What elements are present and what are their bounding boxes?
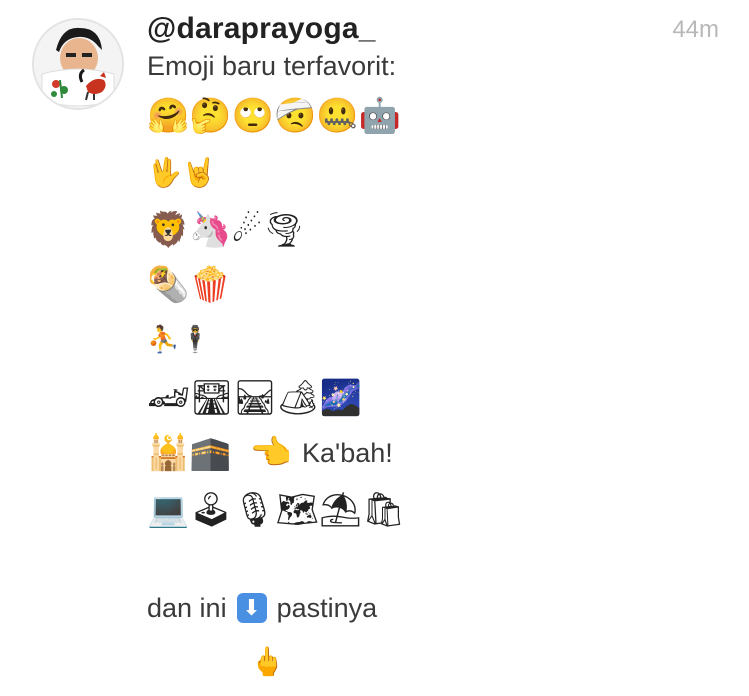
final-emoji-line: 🖕 [250, 642, 291, 682]
emoji-faces: 🤗🤔🙄🤕🤐🤖 [147, 96, 402, 136]
emoji-mosque-kaaba: 🕌🕋 [147, 433, 232, 473]
emoji-hands: 🖖🤘 [147, 156, 217, 189]
emoji-row-travel: 🏎🛣🛤🏕🌌 [147, 378, 366, 418]
down-arrow-icon: ⬇ [236, 593, 267, 623]
emoji-objects: 💻🕹🎙🗺⛱🛍 [147, 490, 406, 530]
middle-finger-emoji: 🖕 [250, 645, 285, 678]
emoji-row-objects: 💻🕹🎙🗺⛱🛍 [147, 490, 409, 530]
closing-text-end: pastinya [276, 592, 378, 623]
emoji-row-food: 🌯🍿 [147, 265, 236, 305]
kabah-text: Ka'bah! [302, 437, 393, 468]
emoji-row-kabah: 🕌🕋 👈 Ka'bah! [147, 433, 393, 473]
username[interactable]: @daraprayoga_ [147, 12, 376, 46]
emoji-people: ⛹🕴 [147, 325, 212, 355]
emoji-row-faces: 🤗🤔🙄🤕🤐🤖 [147, 96, 405, 136]
avatar-photo-icon [34, 20, 122, 108]
emoji-row-hands: 🖖🤘 [147, 153, 223, 193]
user-avatar[interactable] [32, 18, 124, 110]
emoji-travel: 🏎🛣🛤🏕🌌 [147, 378, 362, 418]
emoji-row-animals: 🦁🦄☄🌪 [147, 210, 309, 250]
closing-line: dan ini ⬇ pastinya [147, 588, 377, 628]
caption-line: Emoji baru terfavorit: [147, 46, 396, 86]
emoji-animals: 🦁🦄☄🌪 [147, 210, 306, 250]
emoji-row-people: ⛹🕴 [147, 320, 220, 360]
caption-text: Emoji baru terfavorit: [147, 50, 397, 81]
pointing-left-emoji: 👈 [249, 433, 293, 473]
timeline-post: @daraprayoga_ 44m Emoji baru terfavorit:… [0, 0, 749, 696]
emoji-food: 🌯🍿 [147, 265, 232, 305]
timestamp: 44m [672, 16, 719, 43]
closing-text-start: dan ini [147, 592, 227, 623]
